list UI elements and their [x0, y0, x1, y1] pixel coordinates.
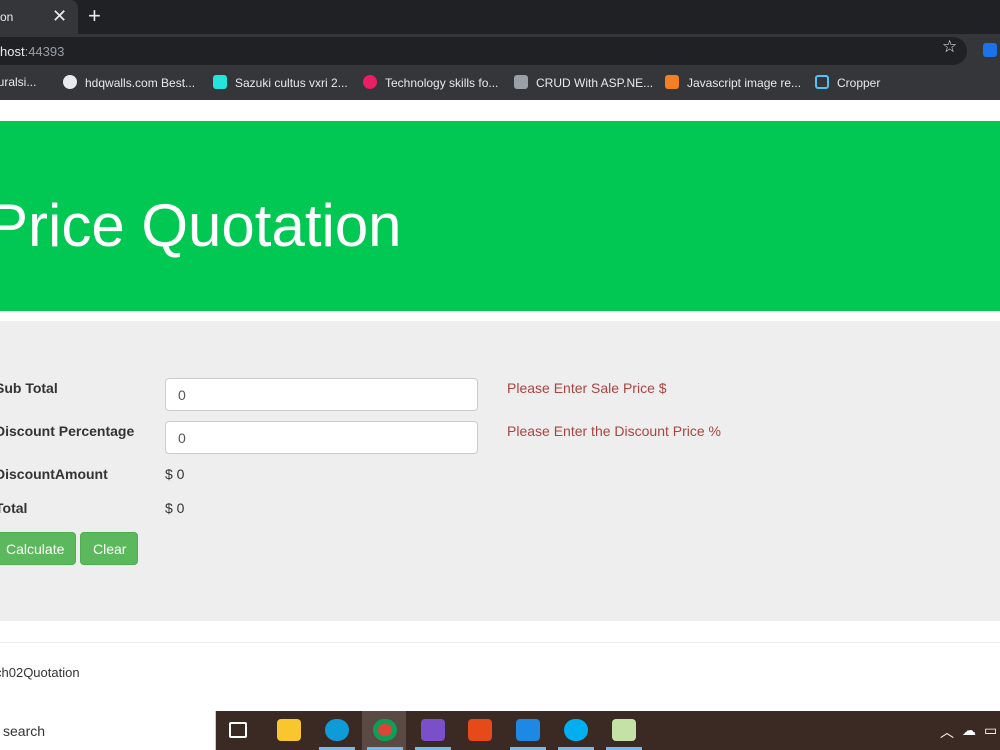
browser-tabstrip: on ✕ + [0, 0, 1000, 34]
file-explorer-icon[interactable] [277, 719, 301, 741]
edge-icon[interactable] [325, 719, 349, 741]
bookmarks-bar: luralsi... hdqwalls.com Best... Sazuki c… [0, 67, 1000, 100]
chrome-icon[interactable] [373, 719, 397, 741]
vscode-icon[interactable] [516, 719, 540, 741]
office-icon[interactable] [468, 719, 492, 741]
bookmark-item[interactable]: Sazuki cultus vxri 2... [213, 75, 348, 90]
pluralsight-icon [363, 75, 377, 89]
divider [0, 642, 1000, 643]
discount-percentage-label: Discount Percentage [0, 423, 135, 439]
tab-title: on [0, 10, 14, 24]
extension-icon[interactable] [983, 43, 997, 57]
total-label: Total [0, 500, 28, 516]
discount-amount-label: DiscountAmount [0, 466, 108, 482]
bookmark-item[interactable]: CRUD With ASP.NE... [514, 75, 653, 90]
bookmark-item[interactable]: hdqwalls.com Best... [63, 75, 195, 90]
discount-percentage-error: Please Enter the Discount Price % [507, 423, 721, 439]
visual-studio-icon[interactable] [421, 719, 445, 741]
clear-button[interactable]: Clear [80, 532, 138, 565]
subtotal-input[interactable]: 0 [165, 378, 478, 411]
bookmark-item[interactable]: Javascript image re... [665, 75, 801, 90]
search-placeholder: search [3, 723, 46, 739]
calculate-button[interactable]: Calculate [0, 532, 76, 565]
crop-icon [815, 75, 829, 89]
browser-tab[interactable]: on ✕ [0, 0, 78, 34]
close-icon[interactable]: ✕ [52, 6, 67, 27]
total-value: $ 0 [165, 500, 185, 516]
bookmark-star-icon[interactable]: ☆ [942, 37, 957, 57]
globe-icon [63, 75, 77, 89]
skype-icon[interactable] [564, 719, 588, 741]
notepad-icon[interactable] [612, 719, 636, 741]
task-view-icon[interactable] [229, 722, 247, 738]
network-icon[interactable]: ▭ [984, 722, 997, 739]
page-title: Price Quotation [0, 192, 402, 259]
site-icon [514, 75, 528, 89]
subtotal-error: Please Enter Sale Price $ [507, 380, 667, 396]
browser-toolbar: host:44393 ☆ [0, 34, 1000, 67]
discount-amount-value: $ 0 [165, 466, 185, 482]
bookmark-item[interactable]: Cropper [815, 75, 880, 90]
bookmark-item[interactable]: luralsi... [0, 75, 36, 89]
bookmark-item[interactable]: Technology skills fo... [363, 75, 498, 90]
quotation-form-panel [0, 321, 1000, 621]
subtotal-label: Sub Total [0, 380, 58, 396]
url-text: host:44393 [0, 44, 65, 59]
address-bar[interactable]: host:44393 [0, 37, 967, 65]
stackoverflow-icon [665, 75, 679, 89]
new-tab-button[interactable]: + [88, 3, 101, 29]
footer-text: ch02Quotation [0, 665, 80, 680]
olx-icon [213, 75, 227, 89]
discount-percentage-input[interactable]: 0 [165, 421, 478, 454]
cloud-icon[interactable]: ☁ [962, 722, 976, 739]
chevron-up-icon[interactable]: ︿ [940, 722, 954, 742]
header-banner: Price Quotation [0, 121, 1000, 311]
taskbar-search-box[interactable]: search [0, 711, 216, 750]
